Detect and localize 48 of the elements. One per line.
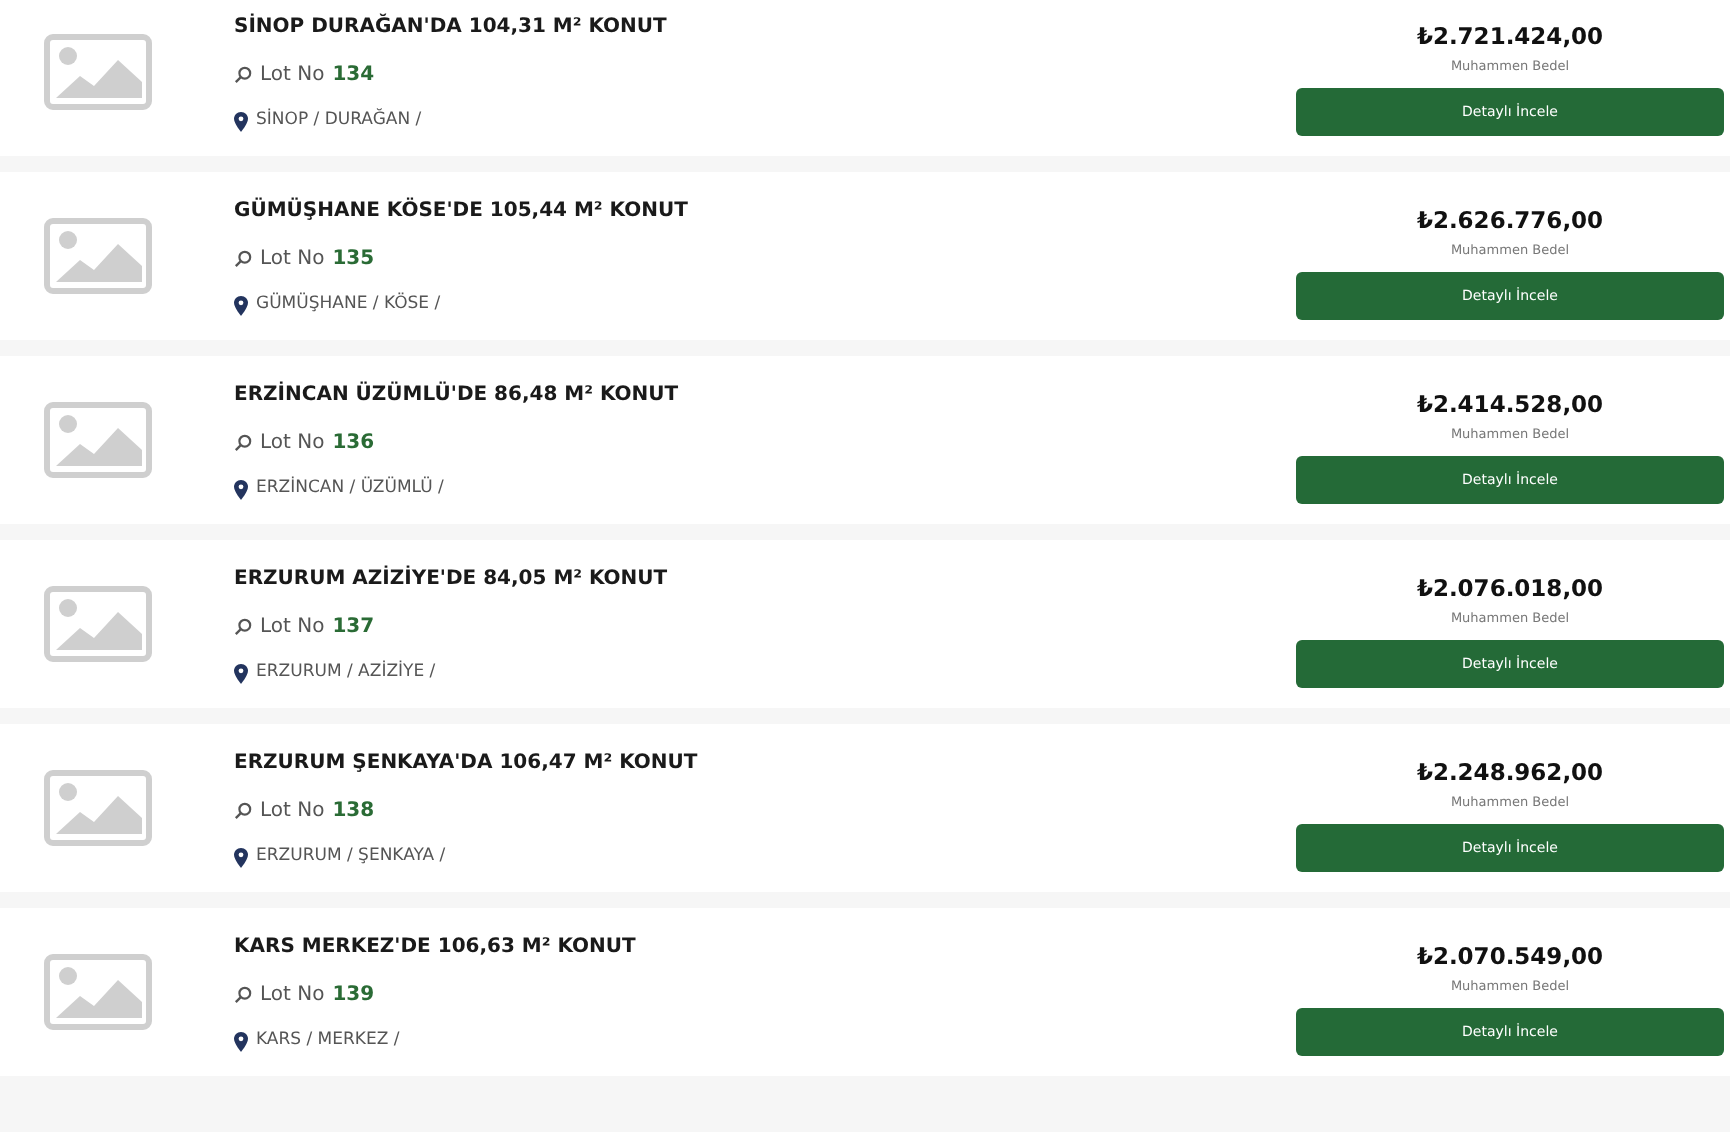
image-placeholder-icon [43,954,151,1030]
image-placeholder-icon [43,770,151,846]
location-pin-icon [234,847,248,867]
search-icon [234,986,252,1005]
lot-number: 138 [332,798,375,827]
location-text: ERZURUM / AZİZİYE / [256,660,436,686]
search-icon [234,434,252,453]
lot-label: Lot No [260,982,325,1011]
image-placeholder-icon [43,34,151,110]
image-placeholder-icon [43,586,151,662]
location-text: ERZİNCAN / ÜZÜMLÜ / [256,476,444,502]
location-text: GÜMÜŞHANE / KÖSE / [256,292,441,318]
lot-number: 137 [332,614,375,643]
lot-number: 136 [332,430,375,459]
location-text: SİNOP / DURAĞAN / [256,108,422,134]
lot-label: Lot No [260,246,325,275]
location-text: ERZURUM / ŞENKAYA / [256,844,446,870]
search-icon [234,250,252,269]
location-pin-icon [234,295,248,315]
search-icon [234,618,252,637]
listing-title[interactable]: ERZURUM AZİZİYE'DE 84,05 M² KONUT [234,564,1296,595]
location-pin-icon [234,1031,248,1051]
lot-label: Lot No [260,62,325,91]
listing-title[interactable]: ERZİNCAN ÜZÜMLÜ'DE 86,48 M² KONUT [234,380,1296,411]
lot-number: 135 [332,246,375,275]
listing-title[interactable]: ERZURUM ŞENKAYA'DA 106,47 M² KONUT [234,748,1296,779]
location-pin-icon [234,479,248,499]
price: ₺2.721.424,00 [1416,20,1604,54]
price: ₺2.414.528,00 [1416,388,1604,422]
search-icon [234,66,252,85]
lot-label: Lot No [260,430,325,459]
lot-number: 139 [332,982,375,1011]
listing-title[interactable]: SİNOP DURAĞAN'DA 104,31 M² KONUT [234,12,1296,43]
lot-number: 134 [332,62,375,91]
image-placeholder-icon [43,402,151,478]
location-pin-icon [234,111,248,131]
image-placeholder-icon [43,218,151,294]
listing-title[interactable]: KARS MERKEZ'DE 106,63 M² KONUT [234,932,1296,963]
price: ₺2.626.776,00 [1416,204,1604,238]
lot-label: Lot No [260,798,325,827]
location-text: KARS / MERKEZ / [256,1028,400,1054]
price: ₺2.076.018,00 [1416,572,1604,606]
search-icon [234,802,252,821]
price: ₺2.248.962,00 [1416,756,1604,790]
location-pin-icon [234,663,248,683]
listing-title[interactable]: GÜMÜŞHANE KÖSE'DE 105,44 M² KONUT [234,196,1296,227]
price: ₺2.070.549,00 [1416,940,1604,974]
lot-label: Lot No [260,614,325,643]
